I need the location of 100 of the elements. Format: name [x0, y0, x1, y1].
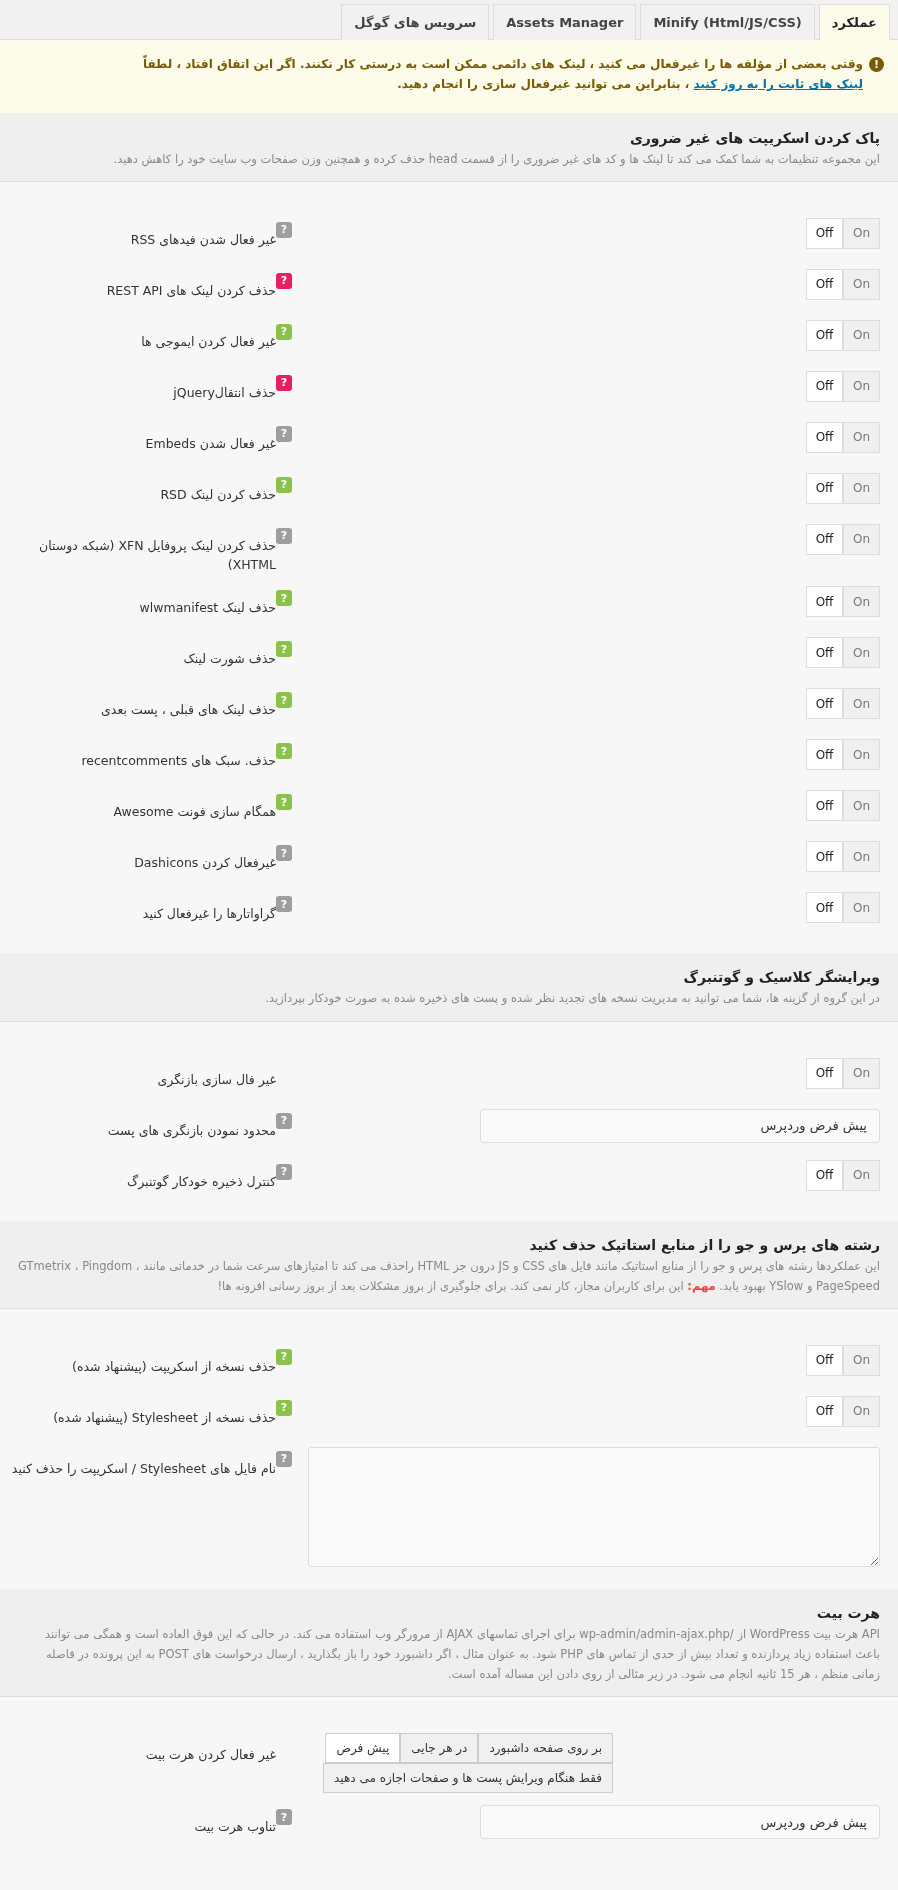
- help-badge[interactable]: ?: [276, 692, 292, 709]
- help-badge[interactable]: ?: [276, 1450, 292, 1467]
- help-badge[interactable]: ?: [276, 1163, 292, 1180]
- toggle-option[interactable]: On: [843, 268, 880, 300]
- toggle-option[interactable]: Off: [806, 421, 843, 453]
- setting-label: غیر فال سازی بازنگری: [157, 1070, 276, 1090]
- help-badge[interactable]: ?: [276, 272, 292, 289]
- toggle-option[interactable]: On: [843, 319, 880, 351]
- toggle-option[interactable]: Off: [806, 268, 843, 300]
- toggle-option[interactable]: Off: [806, 1395, 843, 1427]
- help-badge[interactable]: ?: [276, 221, 292, 238]
- toggle-option[interactable]: Off: [806, 217, 843, 249]
- setting-label: حذف لینک های قبلی ، پست بعدی: [101, 701, 276, 720]
- setting-label: غیرفعال کردن Dashicons: [134, 854, 276, 873]
- toggle-option[interactable]: Off: [806, 1057, 843, 1089]
- help-badge[interactable]: ?: [276, 641, 292, 658]
- toggle-option[interactable]: On: [843, 472, 880, 504]
- setting-label: کنترل ذخیره خودکار گوتنبرگ: [127, 1172, 276, 1192]
- help-badge[interactable]: ?: [276, 527, 292, 544]
- help-badge[interactable]: ?: [276, 425, 292, 442]
- setting-label: حذف انتقالjQuery: [173, 383, 276, 402]
- toggle-option[interactable]: On: [843, 586, 880, 618]
- help-badge[interactable]: ?: [276, 794, 292, 811]
- setting-label: گراواتارها را غیرفعال کنید: [142, 905, 276, 924]
- toggle-option[interactable]: On: [843, 1344, 880, 1376]
- setting-label: غیر فعال شدن Embeds: [145, 434, 276, 454]
- toggle-option[interactable]: Off: [806, 739, 843, 771]
- input-field[interactable]: پیش فرض وردپرس: [480, 1108, 880, 1143]
- section-description: این عملکردها رشته های پرس و جو را از منابع استاتیک مانند فایل های CSS و JS درون جز HTML راحذف می کند تا امتیازهای سرعت شما در خدماتی مانند ، GTmetrix ، Pingdom PageSpeed و YSlow بهبود یابد. مهم: این برای کاربران مجاز، کار نمی کند. برای جلوگیری از بروز مشکلات بعد از بروز رسانی افزونه ها!: [18, 1257, 880, 1295]
- setting-label: تناوب هرت بیت: [194, 1818, 276, 1837]
- warning-icon: !: [869, 57, 884, 72]
- setting-label: نام فایل های Stylesheet / اسکریپت را حذف کنید: [11, 1459, 276, 1479]
- setting-label: غیر فعال شدن فیدهای RSS: [130, 230, 276, 250]
- choice-option[interactable]: پیش فرض: [325, 1733, 401, 1764]
- tab[interactable]: سرویس های گوگل: [341, 4, 490, 40]
- toggle-option[interactable]: On: [843, 790, 880, 822]
- toggle-option[interactable]: On: [843, 841, 880, 873]
- help-badge[interactable]: ?: [276, 476, 292, 493]
- toggle-option[interactable]: Off: [806, 841, 843, 873]
- choice-option[interactable]: فقط هنگام ویرایش پست ها و صفحات اجازه می دهید: [323, 1763, 613, 1794]
- setting-label: حذف کردن لینک پروفایل XFN (شبکه دوستان XHTML): [37, 536, 276, 574]
- toggle-option[interactable]: Off: [806, 319, 843, 351]
- toggle-option[interactable]: Off: [806, 637, 843, 669]
- setting-label: حذف کردن لینک های REST API: [106, 281, 276, 300]
- toggle-option[interactable]: On: [843, 1395, 880, 1427]
- choice-option[interactable]: بر روی صفحه داشبورد: [478, 1733, 613, 1764]
- help-badge[interactable]: ?: [276, 590, 292, 607]
- help-badge[interactable]: ?: [276, 1112, 292, 1129]
- setting-label: محدود نمودن بازنگری های پست: [107, 1121, 276, 1141]
- setting-label: غیر فعال کردن هرت بیت: [145, 1746, 276, 1765]
- tab[interactable]: Assets Manager: [493, 4, 637, 40]
- help-badge[interactable]: ?: [276, 743, 292, 760]
- tab[interactable]: Minify (Html/JS/CSS): [640, 4, 815, 40]
- section-description: API هرت بیت WordPress از /wp-admin/admin-ajax.php برای اجرای تماسهای AJAX از مرورگر وب استفاده می کند. در حالی که این فوق العاده است و همگی می توانند باعث استفاده زیاد پردازنده و تعداد بیش از حدی از تماس های PHP شود. به عنوان مثال ، اگر داشبورد خود را باز بگذارید ، ارسال درخواست های POST به این پرونده در فاصله زمانی منظم ، هر 15 ثانیه انجام می شود. در زیر مثالی از روی دادن این مساله آمده است.: [44, 1625, 880, 1684]
- toggle-option[interactable]: Off: [806, 1159, 843, 1191]
- help-badge[interactable]: ?: [276, 374, 292, 391]
- toggle-option[interactable]: Off: [806, 472, 843, 504]
- toggle-option[interactable]: Off: [806, 688, 843, 720]
- input-field[interactable]: پیش فرض وردپرس: [480, 1805, 880, 1840]
- toggle-option[interactable]: Off: [806, 523, 843, 555]
- help-badge[interactable]: ?: [276, 1809, 292, 1826]
- notice-text: وقتی بعضی از مؤلفه ها را غیرفعال می کنید ، لینک های دائمی ممکن است به درستی کار نکنند. اگر این اتفاق افتاد ، لطفاً لینک های ثابت را به روز کنید ، بنابراین می توانید غیرفعال سازی را انجام دهید.: [141, 54, 863, 94]
- choice-option[interactable]: در هر جایی: [400, 1733, 479, 1764]
- toggle-option[interactable]: On: [843, 523, 880, 555]
- toggle-option[interactable]: Off: [806, 586, 843, 618]
- toggle-option[interactable]: Off: [806, 892, 843, 924]
- help-badge[interactable]: ?: [276, 1399, 292, 1416]
- section-title: هرت بیت: [815, 1604, 880, 1621]
- section-title: رشته های پرس و جو را از منابع استاتیک حذف کنید: [528, 1236, 880, 1253]
- setting-label: حذف کردن لینک RSD: [160, 485, 276, 504]
- help-badge[interactable]: ?: [276, 323, 292, 340]
- help-badge[interactable]: ?: [276, 1348, 292, 1365]
- toggle-option[interactable]: On: [843, 370, 880, 402]
- toggle-option[interactable]: On: [843, 1159, 880, 1191]
- setting-label: حذف نسخه از اسکریپت (پیشنهاد شده): [72, 1357, 276, 1376]
- toggle-option[interactable]: On: [843, 637, 880, 669]
- setting-label: همگام سازی فونت Awesome: [113, 803, 276, 822]
- setting-label: حذف نسخه از Stylesheet (پیشنهاد شده): [53, 1408, 276, 1427]
- section-description: در این گروه از گزینه ها، شما می توانید به مدیریت نسخه های تجدید نظر شده و پست های ذخیره شده به صورت خودکار بپردازید.: [264, 990, 880, 1008]
- setting-label: حذف شورت لینک: [183, 650, 276, 669]
- setting-label: حذف. سبک های recentcomments: [81, 752, 276, 771]
- help-badge[interactable]: ?: [276, 896, 292, 913]
- toggle-option[interactable]: On: [843, 892, 880, 924]
- toggle-option[interactable]: On: [843, 688, 880, 720]
- text-area[interactable]: [308, 1446, 880, 1567]
- toggle-option[interactable]: On: [843, 1057, 880, 1089]
- section-title: پاک کردن اسکریپت های غیر ضروری: [628, 129, 880, 146]
- tab[interactable]: عملکرد: [818, 4, 890, 40]
- section-title: ویرایشگر کلاسیک و گوتنبرگ: [682, 969, 880, 986]
- toggle-option[interactable]: Off: [806, 370, 843, 402]
- toggle-option[interactable]: On: [843, 217, 880, 249]
- setting-label: غیر فعال کردن ایموجی ها: [141, 332, 276, 352]
- toggle-option[interactable]: Off: [806, 1344, 843, 1376]
- toggle-option[interactable]: On: [843, 739, 880, 771]
- setting-label: حذف لینک wlwmanifest: [139, 599, 276, 618]
- help-badge[interactable]: ?: [276, 845, 292, 862]
- toggle-option[interactable]: Off: [806, 790, 843, 822]
- toggle-option[interactable]: On: [843, 421, 880, 453]
- notice-link[interactable]: لینک های ثابت را به روز کنید: [693, 77, 863, 92]
- section-description: این مجموعه تنظیمات به شما کمک می کند تا لینک ها و کد های غیر ضروری را از قسمت head حذف کرده و همچنین وزن صفحات وب سایت خود را کاهش دهید.: [112, 150, 880, 169]
